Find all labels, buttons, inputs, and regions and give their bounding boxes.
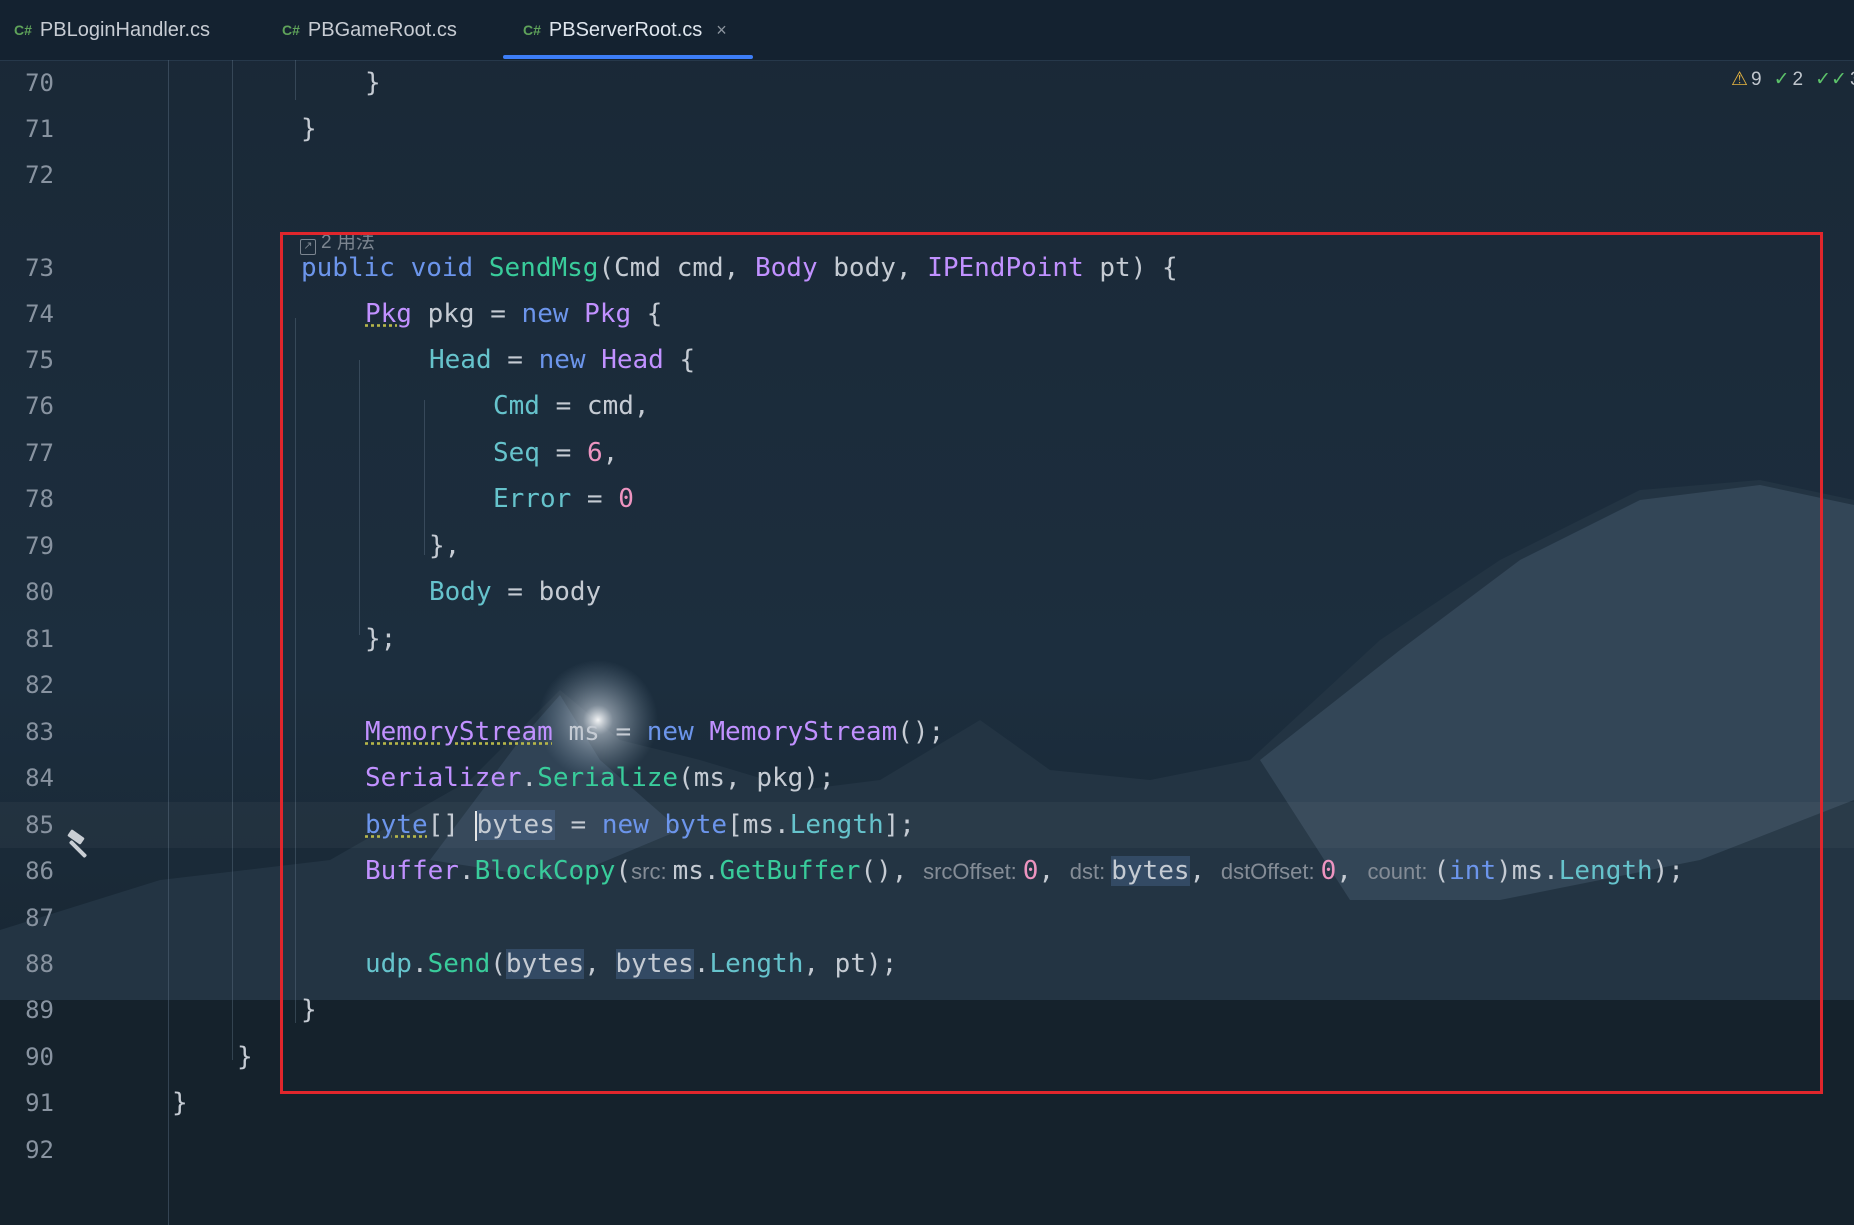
line-number: 73 <box>25 254 54 282</box>
line-number: 82 <box>25 671 54 699</box>
tab-pbloginhandler[interactable]: C# PBLoginHandler.cs <box>14 0 210 60</box>
line-number: 81 <box>25 625 54 653</box>
tab-label: PBLoginHandler.cs <box>39 18 211 41</box>
line-number: 72 <box>25 161 54 189</box>
line-number: 70 <box>25 69 54 97</box>
code-line: 92 <box>0 1127 1854 1173</box>
code-text: } <box>172 1088 188 1118</box>
line-number: 88 <box>25 950 54 978</box>
line-number: 80 <box>25 578 54 606</box>
editor-tab-bar: C# PBLoginHandler.cs C# PBGameRoot.cs C#… <box>0 0 1854 61</box>
line-number: 89 <box>25 996 54 1024</box>
code-text: } <box>365 68 381 98</box>
hammer-icon[interactable] <box>62 826 98 862</box>
line-number: 85 <box>25 811 54 839</box>
line-number: 75 <box>25 346 54 374</box>
tab-label: PBGameRoot.cs <box>307 18 457 41</box>
line-number: 84 <box>25 764 54 792</box>
line-number: 90 <box>25 1043 54 1071</box>
line-number: 92 <box>25 1136 54 1164</box>
csharp-file-icon: C# <box>14 22 32 38</box>
code-line: 70 } <box>0 60 1854 106</box>
tab-label: PBServerRoot.cs <box>548 18 703 41</box>
line-number: 79 <box>25 532 54 560</box>
line-number: 78 <box>25 485 54 513</box>
csharp-file-icon: C# <box>523 22 541 38</box>
code-text: } <box>301 114 317 144</box>
active-tab-indicator <box>503 55 753 59</box>
line-number: 74 <box>25 300 54 328</box>
highlight-annotation-box <box>280 232 1823 1094</box>
line-number: 91 <box>25 1089 54 1117</box>
line-number: 87 <box>25 904 54 932</box>
code-line: 72 <box>0 152 1854 198</box>
code-line: 71 } <box>0 106 1854 152</box>
close-icon[interactable]: × <box>716 20 727 41</box>
tab-pbserverroot[interactable]: C# PBServerRoot.cs × <box>523 0 727 60</box>
code-text: } <box>237 1042 253 1072</box>
line-number: 83 <box>25 718 54 746</box>
line-number: 71 <box>25 115 54 143</box>
tab-pbgameroot[interactable]: C# PBGameRoot.cs <box>282 0 457 60</box>
csharp-file-icon: C# <box>282 22 300 38</box>
line-number: 86 <box>25 857 54 885</box>
line-number: 76 <box>25 392 54 420</box>
line-number: 77 <box>25 439 54 467</box>
